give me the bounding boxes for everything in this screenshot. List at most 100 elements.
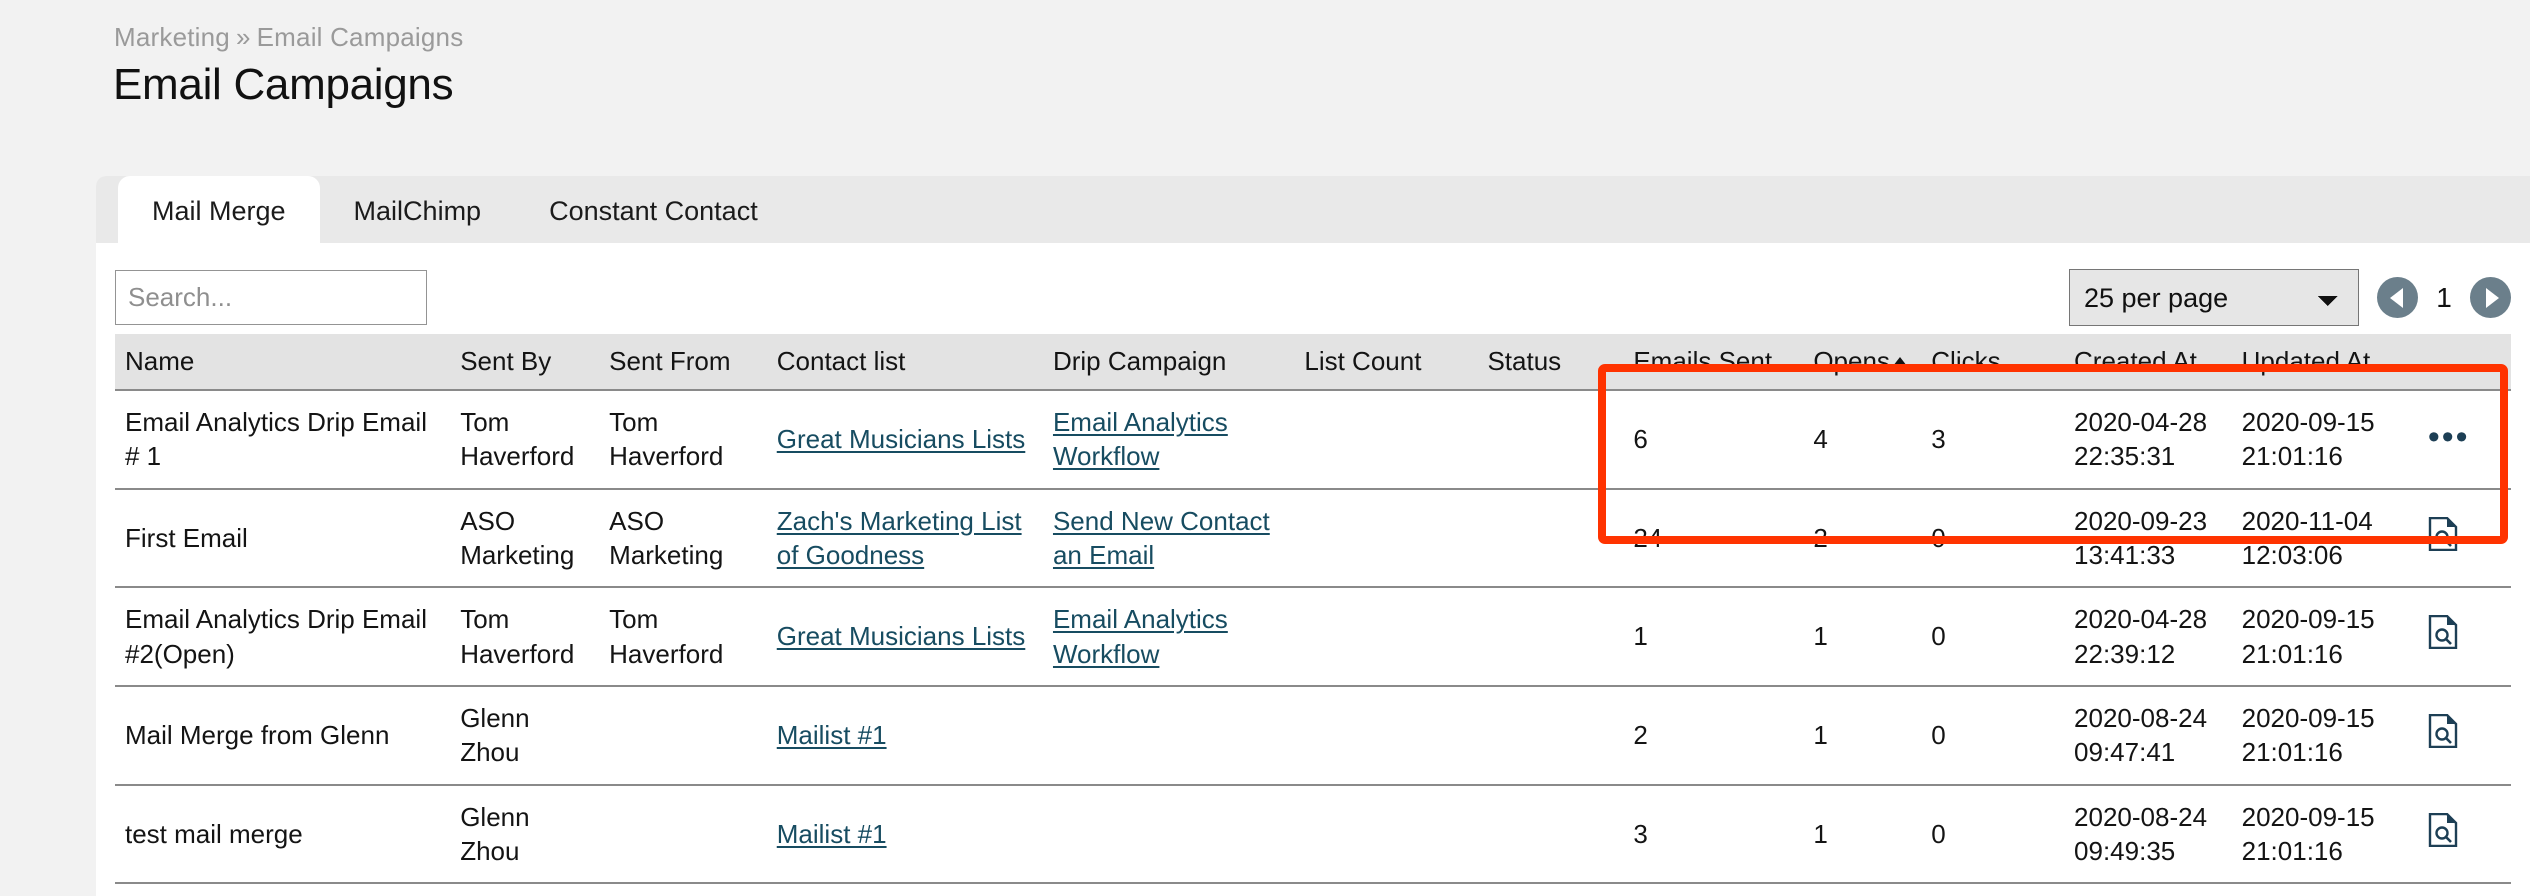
cell-contact-list: Great Musicians Lists (766, 587, 1043, 687)
cell-actions: ••• (2417, 390, 2511, 490)
column-header-list-count[interactable]: List Count (1294, 334, 1478, 391)
cell-clicks: 0 (1921, 784, 2065, 885)
table-row[interactable]: test mail merge Glenn Zhou Mailist #1 3 … (115, 784, 2511, 885)
cell-emails-sent: 1 (1623, 587, 1804, 687)
tab-label: Constant Contact (549, 196, 758, 226)
cell-clicks: 3 (1921, 390, 2065, 490)
tab-label: Mail Merge (152, 196, 286, 226)
cell-opens: 1 (1803, 685, 1922, 786)
column-header-created-at[interactable]: Created At (2064, 334, 2232, 391)
contact-list-link[interactable]: Great Musicians Lists (777, 621, 1026, 651)
cell-status (1477, 587, 1624, 687)
cell-created-at: 2020-04-28 22:39:12 (2064, 587, 2232, 687)
cell-emails-sent: 24 (1623, 488, 1804, 589)
cell-clicks: 0 (1921, 685, 2065, 786)
document-search-icon[interactable] (2428, 615, 2458, 657)
document-search-icon[interactable] (2428, 812, 2458, 855)
cell-emails-sent: 3 (1623, 784, 1804, 885)
cell-opens: 1 (1803, 587, 1922, 687)
tab-mailchimp[interactable]: MailChimp (320, 198, 516, 243)
cell-actions (2417, 587, 2511, 687)
contact-list-link[interactable]: Great Musicians Lists (777, 424, 1026, 454)
cell-drip-campaign (1042, 784, 1295, 885)
search-input[interactable] (115, 270, 427, 325)
cell-sent-from: Tom Haverford (599, 587, 767, 687)
breadcrumb-separator: » (235, 22, 251, 52)
cell-updated-at: 2020-09-15 21:01:16 (2231, 784, 2418, 885)
column-header-opens-label: Opens (1813, 346, 1890, 376)
column-header-opens[interactable]: Opens (1803, 334, 1922, 391)
cell-sent-by: Tom Haverford (450, 587, 600, 687)
cell-created-at: 2020-08-24 09:47:41 (2064, 685, 2232, 786)
column-header-emails-sent[interactable]: Emails Sent (1623, 334, 1804, 391)
column-header-updated-at[interactable]: Updated At (2231, 334, 2418, 391)
cell-list-count (1294, 488, 1478, 589)
cell-emails-sent: 6 (1623, 390, 1804, 490)
cell-name: Email Analytics Drip Email # 1 (115, 390, 451, 490)
tab-mail-merge[interactable]: Mail Merge (118, 176, 320, 243)
tab-list: Mail Merge MailChimp Constant Contact (96, 176, 792, 243)
table-head: Name Sent By Sent From Contact list Drip… (115, 334, 2511, 391)
cell-updated-at: 2020-11-04 12:03:06 (2231, 488, 2418, 589)
contact-list-link[interactable]: Mailist #1 (777, 819, 887, 849)
cell-name: First Email (115, 488, 451, 589)
cell-created-at: 2020-04-28 22:35:31 (2064, 390, 2232, 490)
tab-constant-contact[interactable]: Constant Contact (515, 198, 792, 243)
drip-campaign-link[interactable]: Email Analytics Workflow (1053, 407, 1228, 471)
pagination-controls: 25 per page 1 (2069, 269, 2511, 326)
column-header-clicks[interactable]: Clicks (1921, 334, 2065, 391)
cell-sent-from (599, 784, 767, 885)
table-row[interactable]: Email Analytics Drip Email #2(Open) Tom … (115, 587, 2511, 687)
per-page-select[interactable]: 25 per page (2069, 269, 2359, 326)
cell-sent-by: Tom Haverford (450, 390, 600, 490)
cell-created-at: 2020-09-23 13:41:33 (2064, 488, 2232, 589)
pagination-next-button[interactable] (2470, 277, 2511, 318)
cell-opens: 4 (1803, 390, 1922, 490)
table-row[interactable]: First Email ASO Marketing ASO Marketing … (115, 488, 2511, 589)
cell-sent-from: Tom Haverford (599, 390, 767, 490)
column-header-contact-list[interactable]: Contact list (766, 334, 1043, 391)
table-row[interactable]: Email Analytics Drip Email # 1 Tom Haver… (115, 390, 2511, 490)
column-header-status[interactable]: Status (1477, 334, 1624, 391)
pagination-prev-button[interactable] (2377, 277, 2418, 318)
cell-emails-sent: 2 (1623, 685, 1804, 786)
tab-strip: Mail Merge MailChimp Constant Contact (96, 176, 2530, 243)
breadcrumb-current: Email Campaigns (256, 22, 464, 52)
cell-drip-campaign: Send New Contact an Email (1042, 488, 1295, 589)
page-root: Marketing» Email Campaigns Email Campaign… (0, 0, 2530, 896)
ellipsis-icon[interactable]: ••• (2428, 418, 2470, 456)
drip-campaign-link[interactable]: Email Analytics Workflow (1053, 604, 1228, 668)
cell-opens: 1 (1803, 784, 1922, 885)
cell-sent-by: Glenn Zhou (450, 685, 600, 786)
cell-name: Mail Merge from Glenn (115, 685, 451, 786)
tab-label: MailChimp (353, 196, 482, 226)
column-header-drip-campaign[interactable]: Drip Campaign (1042, 334, 1295, 391)
document-search-icon[interactable] (2428, 516, 2458, 559)
drip-campaign-link[interactable]: Send New Contact an Email (1053, 506, 1270, 570)
contact-list-link[interactable]: Zach's Marketing List of Goodness (777, 506, 1022, 570)
cell-name: test mail merge (115, 784, 451, 885)
column-header-name[interactable]: Name (115, 334, 451, 391)
cell-contact-list: Zach's Marketing List of Goodness (766, 488, 1043, 589)
cell-updated-at: 2020-09-15 21:01:16 (2231, 685, 2418, 786)
cell-sent-by: Glenn Zhou (450, 784, 600, 885)
breadcrumb: Marketing» Email Campaigns (114, 22, 463, 53)
cell-list-count (1294, 685, 1478, 786)
cell-updated-at: 2020-09-15 21:01:16 (2231, 587, 2418, 687)
column-header-sent-from[interactable]: Sent From (599, 334, 767, 391)
page-title: Email Campaigns (113, 60, 454, 109)
table-row[interactable]: Mail Merge from Glenn Glenn Zhou Mailist… (115, 685, 2511, 786)
document-search-icon[interactable] (2428, 713, 2458, 756)
cell-list-count (1294, 784, 1478, 885)
sort-ascending-icon (1892, 357, 1907, 366)
breadcrumb-parent[interactable]: Marketing (114, 22, 230, 52)
column-header-sent-by[interactable]: Sent By (450, 334, 600, 391)
table-body: Email Analytics Drip Email # 1 Tom Haver… (115, 390, 2511, 885)
pagination-page-number: 1 (2436, 281, 2452, 313)
chevron-left-icon (2389, 287, 2403, 308)
contact-list-link[interactable]: Mailist #1 (777, 720, 887, 750)
cell-status (1477, 784, 1624, 885)
cell-name: Email Analytics Drip Email #2(Open) (115, 587, 451, 687)
cell-contact-list: Great Musicians Lists (766, 390, 1043, 490)
campaigns-table-wrapper: Name Sent By Sent From Contact list Drip… (115, 334, 2511, 885)
